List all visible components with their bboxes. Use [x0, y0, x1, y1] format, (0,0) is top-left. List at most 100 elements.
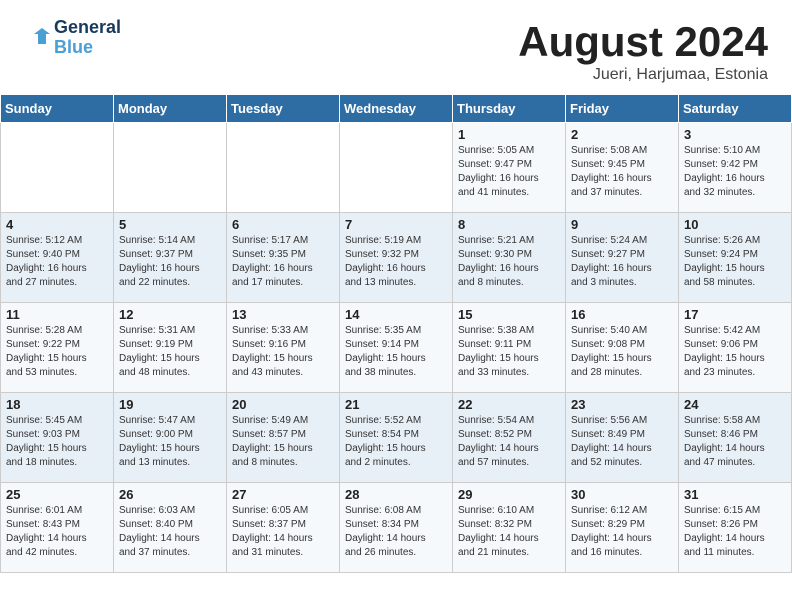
calendar-cell: 12 Sunrise: 5:31 AM Sunset: 9:19 PM Dayli…	[114, 303, 227, 393]
day-number: 11	[6, 307, 108, 322]
weekday-header-monday: Monday	[114, 95, 227, 123]
calendar-cell: 26Sunrise: 6:03 AM Sunset: 8:40 PM Dayli…	[114, 483, 227, 573]
day-number: 1	[458, 127, 560, 142]
day-info: Sunrise: 5:10 AM Sunset: 9:42 PM Dayligh…	[684, 144, 786, 200]
calendar-cell: 10 Sunrise: 5:26 AM Sunset: 9:24 PM Dayli…	[679, 213, 792, 303]
calendar-week-row: 1 Sunrise: 5:05 AM Sunset: 9:47 PM Daylig…	[1, 123, 792, 213]
calendar-cell	[340, 123, 453, 213]
day-info: Sunrise: 5:14 AM Sunset: 9:37 PM Dayligh…	[119, 234, 221, 290]
day-info: Sunrise: 6:03 AM Sunset: 8:40 PM Dayligh…	[119, 504, 221, 560]
calendar-title: August 2024	[518, 18, 768, 66]
calendar-cell: 17Sunrise: 5:42 AM Sunset: 9:06 PM Dayli…	[679, 303, 792, 393]
calendar-cell: 30 Sunrise: 6:12 AM Sunset: 8:29 PM Dayli…	[566, 483, 679, 573]
day-number: 18	[6, 397, 108, 412]
calendar-week-row: 11Sunrise: 5:28 AM Sunset: 9:22 PM Dayli…	[1, 303, 792, 393]
day-info: Sunrise: 5:38 AM Sunset: 9:11 PM Dayligh…	[458, 324, 560, 380]
day-info: Sunrise: 5:05 AM Sunset: 9:47 PM Dayligh…	[458, 144, 560, 200]
day-number: 13	[232, 307, 334, 322]
calendar-cell: 27Sunrise: 6:05 AM Sunset: 8:37 PM Dayli…	[227, 483, 340, 573]
day-number: 16	[571, 307, 673, 322]
calendar-header: SundayMondayTuesdayWednesdayThursdayFrid…	[1, 95, 792, 123]
calendar-cell: 13Sunrise: 5:33 AM Sunset: 9:16 PM Dayli…	[227, 303, 340, 393]
day-number: 24	[684, 397, 786, 412]
calendar-body: 1 Sunrise: 5:05 AM Sunset: 9:47 PM Daylig…	[1, 123, 792, 573]
calendar-week-row: 18 Sunrise: 5:45 AM Sunset: 9:03 PM Dayli…	[1, 393, 792, 483]
day-info: Sunrise: 5:56 AM Sunset: 8:49 PM Dayligh…	[571, 414, 673, 470]
day-info: Sunrise: 6:08 AM Sunset: 8:34 PM Dayligh…	[345, 504, 447, 560]
day-info: Sunrise: 6:12 AM Sunset: 8:29 PM Dayligh…	[571, 504, 673, 560]
calendar-subtitle: Jueri, Harjumaa, Estonia	[518, 66, 768, 84]
calendar-table: SundayMondayTuesdayWednesdayThursdayFrid…	[0, 94, 792, 573]
title-block: August 2024 Jueri, Harjumaa, Estonia	[518, 18, 768, 84]
day-number: 31	[684, 487, 786, 502]
day-info: Sunrise: 5:26 AM Sunset: 9:24 PM Dayligh…	[684, 234, 786, 290]
day-info: Sunrise: 5:12 AM Sunset: 9:40 PM Dayligh…	[6, 234, 108, 290]
day-info: Sunrise: 5:47 AM Sunset: 9:00 PM Dayligh…	[119, 414, 221, 470]
day-number: 30	[571, 487, 673, 502]
day-info: Sunrise: 5:08 AM Sunset: 9:45 PM Dayligh…	[571, 144, 673, 200]
weekday-header-row: SundayMondayTuesdayWednesdayThursdayFrid…	[1, 95, 792, 123]
day-number: 25	[6, 487, 108, 502]
day-info: Sunrise: 5:17 AM Sunset: 9:35 PM Dayligh…	[232, 234, 334, 290]
day-info: Sunrise: 5:52 AM Sunset: 8:54 PM Dayligh…	[345, 414, 447, 470]
calendar-cell: 11Sunrise: 5:28 AM Sunset: 9:22 PM Dayli…	[1, 303, 114, 393]
calendar-cell: 29 Sunrise: 6:10 AM Sunset: 8:32 PM Dayli…	[453, 483, 566, 573]
header: General Blue August 2024 Jueri, Harjumaa…	[0, 0, 792, 94]
day-number: 5	[119, 217, 221, 232]
day-info: Sunrise: 5:42 AM Sunset: 9:06 PM Dayligh…	[684, 324, 786, 380]
day-number: 19	[119, 397, 221, 412]
calendar-cell: 16Sunrise: 5:40 AM Sunset: 9:08 PM Dayli…	[566, 303, 679, 393]
logo-graphic: General Blue	[24, 18, 121, 58]
calendar-cell	[227, 123, 340, 213]
day-info: Sunrise: 5:49 AM Sunset: 8:57 PM Dayligh…	[232, 414, 334, 470]
calendar-cell	[1, 123, 114, 213]
logo: General Blue	[24, 18, 121, 58]
day-info: Sunrise: 5:58 AM Sunset: 8:46 PM Dayligh…	[684, 414, 786, 470]
day-info: Sunrise: 6:15 AM Sunset: 8:26 PM Dayligh…	[684, 504, 786, 560]
day-number: 28	[345, 487, 447, 502]
day-info: Sunrise: 5:21 AM Sunset: 9:30 PM Dayligh…	[458, 234, 560, 290]
calendar-cell: 15 Sunrise: 5:38 AM Sunset: 9:11 PM Dayli…	[453, 303, 566, 393]
calendar-cell: 25Sunrise: 6:01 AM Sunset: 8:43 PM Dayli…	[1, 483, 114, 573]
day-number: 9	[571, 217, 673, 232]
calendar-cell: 28 Sunrise: 6:08 AM Sunset: 8:34 PM Dayli…	[340, 483, 453, 573]
weekday-header-thursday: Thursday	[453, 95, 566, 123]
calendar-cell: 21Sunrise: 5:52 AM Sunset: 8:54 PM Dayli…	[340, 393, 453, 483]
calendar-week-row: 25Sunrise: 6:01 AM Sunset: 8:43 PM Dayli…	[1, 483, 792, 573]
weekday-header-sunday: Sunday	[1, 95, 114, 123]
day-info: Sunrise: 5:45 AM Sunset: 9:03 PM Dayligh…	[6, 414, 108, 470]
calendar-cell: 1 Sunrise: 5:05 AM Sunset: 9:47 PM Daylig…	[453, 123, 566, 213]
day-number: 29	[458, 487, 560, 502]
day-info: Sunrise: 5:24 AM Sunset: 9:27 PM Dayligh…	[571, 234, 673, 290]
calendar-week-row: 4Sunrise: 5:12 AM Sunset: 9:40 PM Daylig…	[1, 213, 792, 303]
calendar-cell: 9 Sunrise: 5:24 AM Sunset: 9:27 PM Daylig…	[566, 213, 679, 303]
weekday-header-friday: Friday	[566, 95, 679, 123]
logo-general: General	[54, 18, 121, 38]
calendar-cell: 24 Sunrise: 5:58 AM Sunset: 8:46 PM Dayli…	[679, 393, 792, 483]
day-info: Sunrise: 5:54 AM Sunset: 8:52 PM Dayligh…	[458, 414, 560, 470]
day-number: 20	[232, 397, 334, 412]
calendar-cell: 5 Sunrise: 5:14 AM Sunset: 9:37 PM Daylig…	[114, 213, 227, 303]
calendar-cell: 31 Sunrise: 6:15 AM Sunset: 8:26 PM Dayli…	[679, 483, 792, 573]
calendar-cell: 4Sunrise: 5:12 AM Sunset: 9:40 PM Daylig…	[1, 213, 114, 303]
day-info: Sunrise: 5:35 AM Sunset: 9:14 PM Dayligh…	[345, 324, 447, 380]
day-info: Sunrise: 6:10 AM Sunset: 8:32 PM Dayligh…	[458, 504, 560, 560]
calendar-cell: 18 Sunrise: 5:45 AM Sunset: 9:03 PM Dayli…	[1, 393, 114, 483]
logo-blue: Blue	[54, 38, 121, 58]
day-info: Sunrise: 5:31 AM Sunset: 9:19 PM Dayligh…	[119, 324, 221, 380]
day-number: 6	[232, 217, 334, 232]
day-number: 2	[571, 127, 673, 142]
calendar-cell: 20 Sunrise: 5:49 AM Sunset: 8:57 PM Dayli…	[227, 393, 340, 483]
day-number: 14	[345, 307, 447, 322]
calendar-cell: 3Sunrise: 5:10 AM Sunset: 9:42 PM Daylig…	[679, 123, 792, 213]
day-number: 15	[458, 307, 560, 322]
calendar-cell: 2 Sunrise: 5:08 AM Sunset: 9:45 PM Daylig…	[566, 123, 679, 213]
calendar-cell	[114, 123, 227, 213]
calendar-cell: 8Sunrise: 5:21 AM Sunset: 9:30 PM Daylig…	[453, 213, 566, 303]
day-number: 12	[119, 307, 221, 322]
day-number: 10	[684, 217, 786, 232]
logo-icon	[24, 24, 52, 52]
day-number: 7	[345, 217, 447, 232]
day-info: Sunrise: 6:05 AM Sunset: 8:37 PM Dayligh…	[232, 504, 334, 560]
calendar-cell: 14 Sunrise: 5:35 AM Sunset: 9:14 PM Dayli…	[340, 303, 453, 393]
